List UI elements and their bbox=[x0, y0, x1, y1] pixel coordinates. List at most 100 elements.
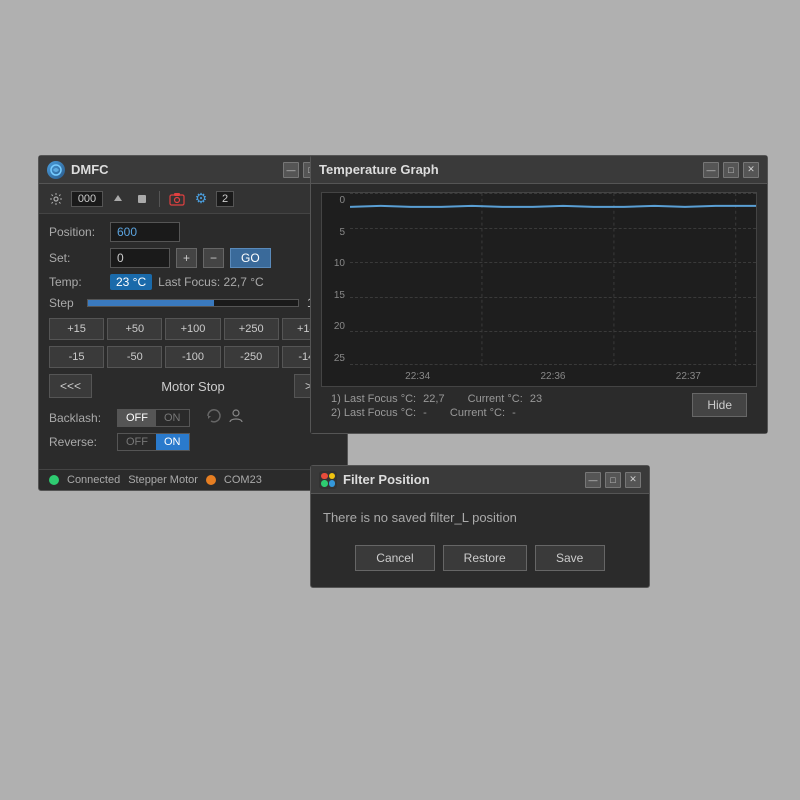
filter-window-controls: — □ ✕ bbox=[585, 472, 641, 488]
set-plus-button[interactable]: + bbox=[176, 248, 197, 268]
filter-title: Filter Position bbox=[343, 472, 430, 487]
up-icon[interactable] bbox=[109, 190, 127, 208]
footer-line2-label: 2) Last Focus °C: bbox=[331, 407, 416, 419]
temp-window-controls: — □ ✕ bbox=[703, 162, 759, 178]
channel-number: 2 bbox=[216, 191, 234, 207]
reverse-toggle: OFF ON bbox=[117, 433, 190, 451]
grid-line-5 bbox=[350, 331, 756, 332]
position-label: Position: bbox=[49, 225, 104, 239]
footer-line2-value: - bbox=[423, 407, 427, 419]
step-minus-250-button[interactable]: -250 bbox=[224, 346, 279, 368]
nav-row: <<< Motor Stop >>> bbox=[49, 374, 337, 398]
camera-icon[interactable] bbox=[168, 190, 186, 208]
cancel-button[interactable]: Cancel bbox=[355, 545, 434, 571]
person-icon[interactable] bbox=[228, 408, 244, 427]
go-button[interactable]: GO bbox=[230, 248, 271, 268]
footer-line2: 2) Last Focus °C: - Current °C: - bbox=[331, 407, 542, 419]
dot-blue bbox=[329, 480, 336, 487]
connected-text: Connected bbox=[67, 474, 120, 486]
temp-title-left: Temperature Graph bbox=[319, 162, 439, 177]
dot-red bbox=[321, 473, 328, 480]
graph-area: 25 20 15 10 5 0 bbox=[311, 184, 767, 433]
reverse-on-button[interactable]: ON bbox=[156, 434, 189, 450]
dmfc-minimize-button[interactable]: — bbox=[283, 162, 299, 178]
grid-line-20 bbox=[350, 228, 756, 229]
graph-container: 25 20 15 10 5 0 bbox=[321, 192, 757, 387]
hide-button[interactable]: Hide bbox=[692, 393, 747, 417]
dmfc-status-bar: Connected Stepper Motor COM23 bbox=[39, 469, 347, 490]
footer-line1-current-label: Current °C: bbox=[468, 393, 523, 405]
dmfc-toolbar: 000 ⚙ 2 bbox=[39, 184, 347, 214]
stop-icon[interactable] bbox=[133, 190, 151, 208]
graph-plot-area bbox=[350, 193, 756, 366]
x-label-2237: 22:37 bbox=[676, 371, 701, 382]
gear-blue-icon[interactable]: ⚙ bbox=[192, 190, 210, 208]
backlash-label: Backlash: bbox=[49, 411, 109, 425]
y-label-0: 0 bbox=[324, 195, 348, 206]
connected-indicator bbox=[49, 475, 59, 485]
filter-app-icon bbox=[319, 471, 337, 489]
nav-left-button[interactable]: <<< bbox=[49, 374, 92, 398]
set-row: Set: + − GO bbox=[49, 248, 337, 268]
step-minus-15-button[interactable]: -15 bbox=[49, 346, 104, 368]
save-button[interactable]: Save bbox=[535, 545, 605, 571]
filter-title-left: Filter Position bbox=[319, 471, 430, 489]
filter-position-window: Filter Position — □ ✕ There is no saved … bbox=[310, 465, 650, 588]
dot-green bbox=[321, 480, 328, 487]
motor-stop-label: Motor Stop bbox=[96, 379, 290, 394]
reverse-row: Reverse: OFF ON bbox=[49, 433, 337, 451]
positive-step-buttons: +15 +50 +100 +250 +142 bbox=[49, 318, 337, 340]
step-plus-250-button[interactable]: +250 bbox=[224, 318, 279, 340]
footer-line1: 1) Last Focus °C: 22,7 Current °C: 23 bbox=[331, 393, 542, 405]
temp-badge: 23 °C bbox=[110, 274, 152, 290]
negative-step-buttons: -15 -50 -100 -250 -142 bbox=[49, 346, 337, 368]
temp-row: Temp: 23 °C Last Focus: 22,7 °C bbox=[49, 274, 337, 290]
step-minus-100-button[interactable]: -100 bbox=[165, 346, 220, 368]
step-plus-15-button[interactable]: +15 bbox=[49, 318, 104, 340]
refresh-icon[interactable] bbox=[206, 408, 222, 427]
y-label-5: 5 bbox=[324, 227, 348, 238]
set-minus-button[interactable]: − bbox=[203, 248, 224, 268]
temp-maximize-button[interactable]: □ bbox=[723, 162, 739, 178]
grid-line-25 bbox=[350, 193, 756, 194]
filter-close-button[interactable]: ✕ bbox=[625, 472, 641, 488]
set-input[interactable] bbox=[110, 248, 170, 268]
dmfc-content: Position: 600 Set: + − GO Temp: 23 °C La… bbox=[39, 214, 347, 465]
com-port-text: COM23 bbox=[224, 474, 262, 486]
dmfc-title-left: DMFC bbox=[47, 161, 109, 179]
filter-minimize-button[interactable]: — bbox=[585, 472, 601, 488]
com-indicator bbox=[206, 475, 216, 485]
backlash-on-button[interactable]: ON bbox=[156, 410, 189, 426]
step-bar-container bbox=[87, 299, 299, 307]
temp-title-bar: Temperature Graph — □ ✕ bbox=[311, 156, 767, 184]
step-plus-100-button[interactable]: +100 bbox=[165, 318, 220, 340]
footer-line1-current-value: 23 bbox=[530, 393, 542, 405]
backlash-off-button[interactable]: OFF bbox=[118, 410, 156, 426]
footer-line2-current-value: - bbox=[512, 407, 516, 419]
temp-label: Temp: bbox=[49, 275, 104, 289]
x-label-2234: 22:34 bbox=[405, 371, 430, 382]
step-label: Step bbox=[49, 296, 79, 310]
temp-close-button[interactable]: ✕ bbox=[743, 162, 759, 178]
y-label-20: 20 bbox=[324, 321, 348, 332]
restore-button[interactable]: Restore bbox=[443, 545, 527, 571]
dmfc-app-icon bbox=[47, 161, 65, 179]
settings-icon[interactable] bbox=[47, 190, 65, 208]
toolbar-divider bbox=[159, 191, 160, 207]
step-row: Step 142 bbox=[49, 296, 337, 310]
footer-line1-value: 22,7 bbox=[423, 393, 444, 405]
reverse-off-button[interactable]: OFF bbox=[118, 434, 156, 450]
y-label-25: 25 bbox=[324, 353, 348, 364]
step-minus-50-button[interactable]: -50 bbox=[107, 346, 162, 368]
step-plus-50-button[interactable]: +50 bbox=[107, 318, 162, 340]
filter-maximize-button[interactable]: □ bbox=[605, 472, 621, 488]
last-focus-text: Last Focus: 22,7 °C bbox=[158, 275, 264, 289]
temp-minimize-button[interactable]: — bbox=[703, 162, 719, 178]
y-axis-labels: 25 20 15 10 5 0 bbox=[322, 193, 350, 366]
backlash-toggle: OFF ON bbox=[117, 409, 190, 427]
dmfc-window: DMFC — □ ✕ 000 ⚙ bbox=[38, 155, 348, 491]
speed-display: 000 bbox=[71, 191, 103, 207]
dmfc-title-bar: DMFC — □ ✕ bbox=[39, 156, 347, 184]
graph-footer: 1) Last Focus °C: 22,7 Current °C: 23 2)… bbox=[321, 387, 757, 425]
x-label-2236: 22:36 bbox=[540, 371, 565, 382]
